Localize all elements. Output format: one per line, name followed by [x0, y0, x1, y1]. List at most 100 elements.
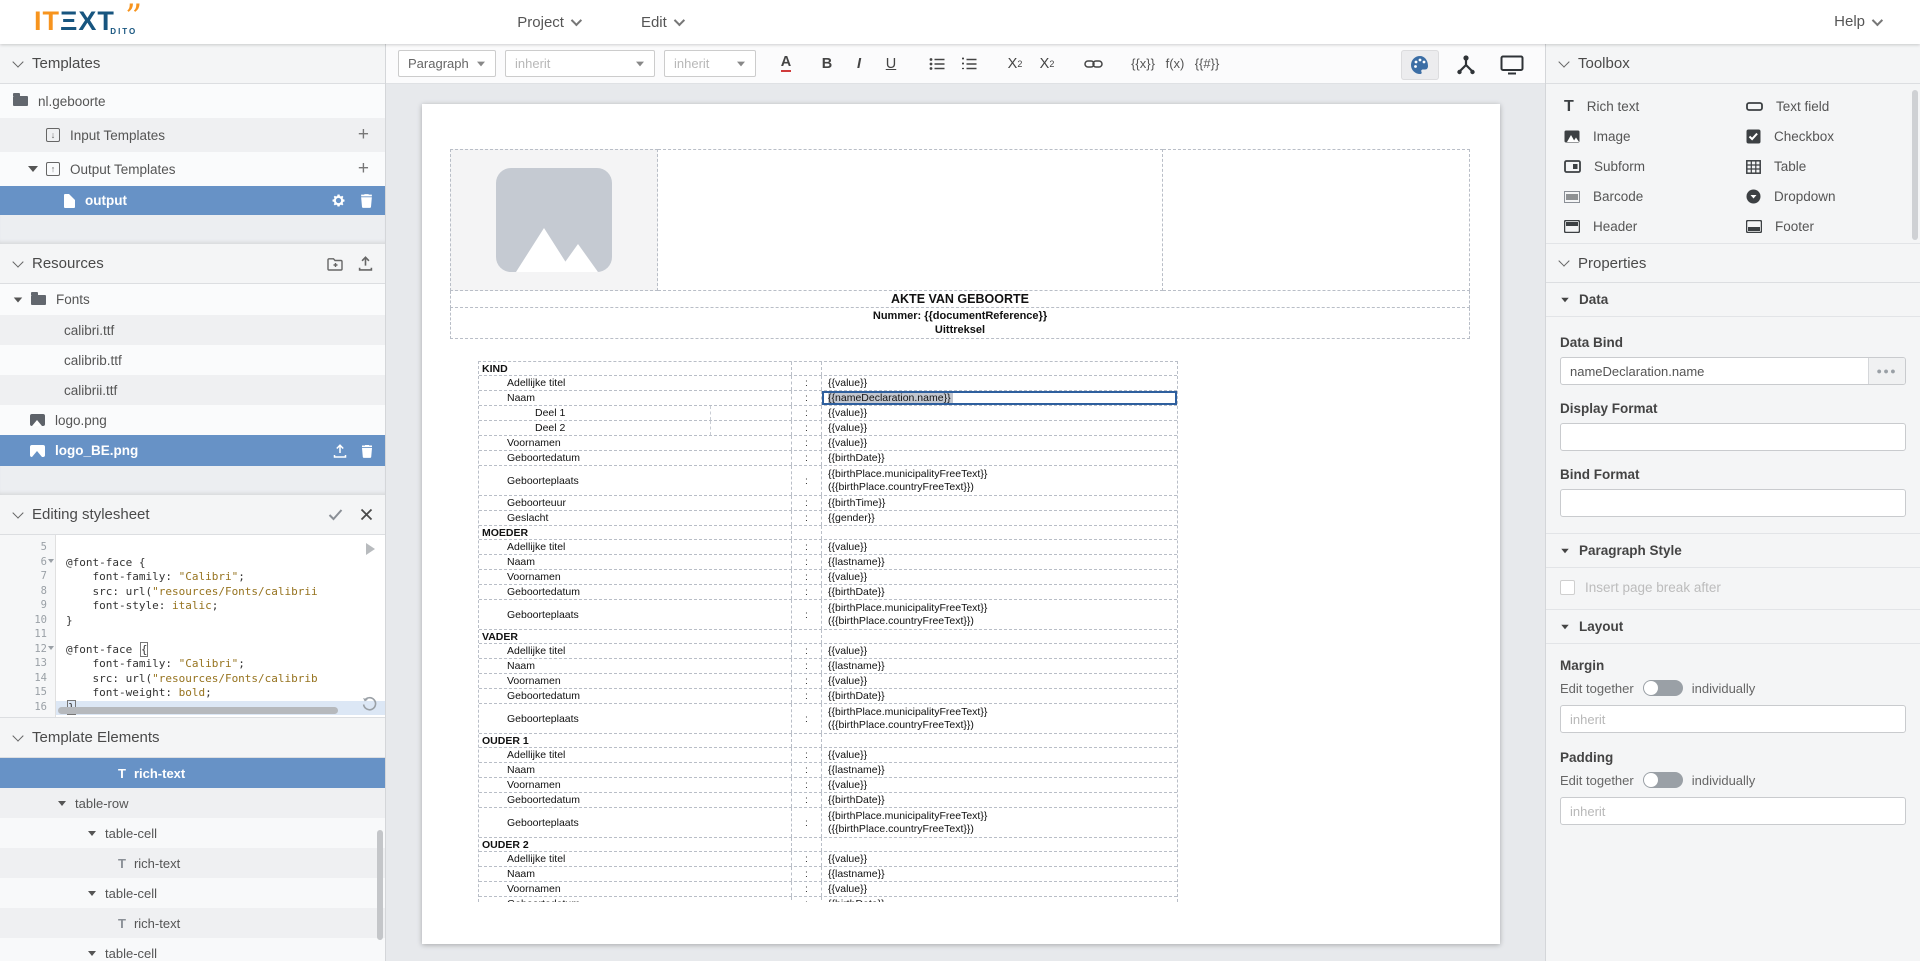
font-color-button[interactable]: A [773, 50, 799, 77]
underline-button[interactable]: U [878, 50, 904, 77]
code-line[interactable] [56, 628, 385, 643]
doc-value-cell-selected[interactable]: {{nameDeclaration.name}} [822, 391, 1177, 405]
doc-value-cell[interactable]: {{birthDate}} [822, 451, 1177, 465]
doc-value-cell[interactable]: {{value}} [822, 674, 1177, 688]
image-placeholder-icon[interactable] [496, 168, 612, 272]
toolbox-item-barcode[interactable]: Barcode [1550, 186, 1732, 207]
doc-field-row[interactable]: Geboortedatum:{{birthDate}} [479, 897, 1177, 902]
italic-button[interactable]: I [846, 50, 872, 77]
horizontal-scrollbar[interactable] [58, 707, 338, 714]
toolbox-item-table[interactable]: Table [1732, 156, 1912, 177]
resource-font-file[interactable]: calibrib.ttf [0, 345, 385, 375]
doc-value-cell[interactable]: {{birthDate}} [822, 689, 1177, 703]
doc-value-cell[interactable]: {{value}} [822, 852, 1177, 866]
doc-section-header-row[interactable]: KIND [479, 362, 1177, 376]
doc-field-row[interactable]: Geboorteplaats:{{birthPlace.municipality… [479, 808, 1177, 838]
design-view-button[interactable] [1401, 50, 1439, 80]
doc-field-row[interactable]: Voornamen:{{value}} [479, 570, 1177, 585]
resource-image-file[interactable]: logo.png [0, 405, 385, 435]
superscript-button[interactable]: X2 [1034, 50, 1060, 77]
doc-value-cell[interactable]: {{value}} [822, 436, 1177, 450]
doc-field-row[interactable]: Geboortedatum:{{birthDate}} [479, 585, 1177, 600]
doc-field-row[interactable]: Geboorteplaats:{{birthPlace.municipality… [479, 704, 1177, 734]
code-line[interactable]: font-family: "Calibri"; [56, 657, 385, 672]
add-input-template-button[interactable]: + [358, 124, 369, 146]
doc-section-header-row[interactable]: MOEDER [479, 526, 1177, 540]
bold-button[interactable]: B [814, 50, 840, 77]
doc-field-row[interactable]: Geslacht:{{gender}} [479, 511, 1177, 526]
document-subtitle[interactable]: Nummer: {{documentReference}} Uittreksel [450, 308, 1470, 339]
trash-icon[interactable] [360, 193, 373, 208]
doc-field-row[interactable]: Voornamen:{{value}} [479, 778, 1177, 793]
run-icon[interactable] [366, 543, 375, 555]
doc-field-row[interactable]: Naam:{{nameDeclaration.name}} [479, 391, 1177, 406]
code-line[interactable]: } [56, 614, 385, 629]
data-bind-browse-button[interactable]: ●●● [1868, 358, 1905, 384]
doc-value-cell[interactable]: {{birthPlace.municipalityFreeText}}({{bi… [822, 808, 1177, 837]
doc-value-cell[interactable]: {{birthDate}} [822, 897, 1177, 902]
doc-field-row[interactable]: Voornamen:{{value}} [479, 436, 1177, 451]
doc-value-cell[interactable]: {{birthPlace.municipalityFreeText}}({{bi… [822, 600, 1177, 629]
doc-field-row[interactable]: Naam:{{lastname}} [479, 659, 1177, 674]
stylesheet-panel-header[interactable]: Editing stylesheet [0, 495, 385, 535]
resources-panel-header[interactable]: Resources [0, 244, 385, 284]
doc-section-header-row[interactable]: OUDER 1 [479, 734, 1177, 748]
code-line[interactable] [56, 541, 385, 556]
header-middle-cell[interactable] [658, 149, 1163, 291]
doc-section-header-row[interactable]: OUDER 2 [479, 838, 1177, 852]
toolbox-item-header[interactable]: Header [1550, 216, 1732, 237]
add-output-template-button[interactable]: + [358, 158, 369, 180]
padding-input[interactable] [1570, 804, 1896, 819]
toolbox-item-dropdown[interactable]: Dropdown [1732, 186, 1912, 207]
doc-value-cell[interactable]: {{value}} [822, 540, 1177, 554]
display-format-field[interactable] [1560, 423, 1906, 451]
margin-edit-toggle[interactable] [1643, 680, 1683, 696]
project-menu[interactable]: Project [517, 14, 579, 31]
element-tree-item-table-row[interactable]: table-row [0, 788, 385, 818]
doc-field-row[interactable]: Geboorteplaats:{{birthPlace.municipality… [479, 466, 1177, 496]
element-tree-item-rich-text[interactable]: Trich-text [0, 908, 385, 938]
stylesheet-code-editor[interactable]: 5678910111213141516 @font-face { font-fa… [0, 535, 385, 718]
toolbox-item-checkbox[interactable]: Checkbox [1732, 126, 1912, 147]
header-right-cell[interactable] [1163, 149, 1470, 291]
insert-repeat-button[interactable]: {{#}} [1194, 50, 1220, 77]
code-line[interactable]: src: url("resources/Fonts/calibrib [56, 672, 385, 687]
doc-field-row[interactable]: Geboortedatum:{{birthDate}} [479, 793, 1177, 808]
doc-field-row[interactable]: Voornamen:{{value}} [479, 882, 1177, 897]
tree-item-output-templates[interactable]: ↑ Output Templates + [0, 152, 385, 186]
close-icon[interactable] [360, 508, 373, 521]
doc-field-row[interactable]: Naam:{{lastname}} [479, 555, 1177, 570]
vertical-scrollbar[interactable] [377, 830, 383, 940]
resource-font-file[interactable]: calibrii.ttf [0, 375, 385, 405]
doc-value-cell[interactable]: {{lastname}} [822, 555, 1177, 569]
document-header-band[interactable] [450, 149, 1470, 291]
page-break-checkbox[interactable] [1560, 580, 1575, 595]
element-tree-item-rich-text[interactable]: Trich-text [0, 758, 385, 788]
doc-field-row[interactable]: Adellijke titel:{{value}} [479, 644, 1177, 659]
doc-field-row[interactable]: Adellijke titel:{{value}} [479, 852, 1177, 867]
doc-field-row[interactable]: Adellijke titel:{{value}} [479, 540, 1177, 555]
doc-field-row[interactable]: Deel 1:{{value}} [479, 406, 1177, 421]
padding-edit-toggle[interactable] [1643, 772, 1683, 788]
upload-icon[interactable] [333, 444, 347, 458]
doc-value-cell[interactable]: {{value}} [822, 748, 1177, 762]
toolbox-item-richtext[interactable]: TRich text [1550, 96, 1732, 117]
document-title[interactable]: AKTE VAN GEBOORTE [450, 291, 1470, 308]
display-format-input[interactable] [1570, 430, 1896, 445]
layout-section-header[interactable]: Layout [1546, 610, 1920, 644]
data-section-header[interactable]: Data [1546, 283, 1920, 317]
help-menu[interactable]: Help [1834, 13, 1880, 30]
doc-field-row[interactable]: Naam:{{lastname}} [479, 867, 1177, 882]
doc-value-cell[interactable]: {{birthDate}} [822, 793, 1177, 807]
logo-image-cell[interactable] [450, 149, 658, 291]
bind-format-input[interactable] [1570, 496, 1896, 511]
doc-value-cell[interactable]: {{value}} [822, 376, 1177, 390]
element-tree-item-table-cell[interactable]: table-cell [0, 878, 385, 908]
history-icon[interactable] [362, 696, 377, 711]
tree-item-output[interactable]: output [0, 186, 385, 215]
new-folder-icon[interactable] [327, 257, 344, 271]
resource-font-file[interactable]: calibri.ttf [0, 315, 385, 345]
element-tree-item-table-cell[interactable]: table-cell [0, 818, 385, 848]
doc-value-cell[interactable]: {{gender}} [822, 511, 1177, 525]
data-bind-field[interactable]: ●●● [1560, 357, 1906, 385]
